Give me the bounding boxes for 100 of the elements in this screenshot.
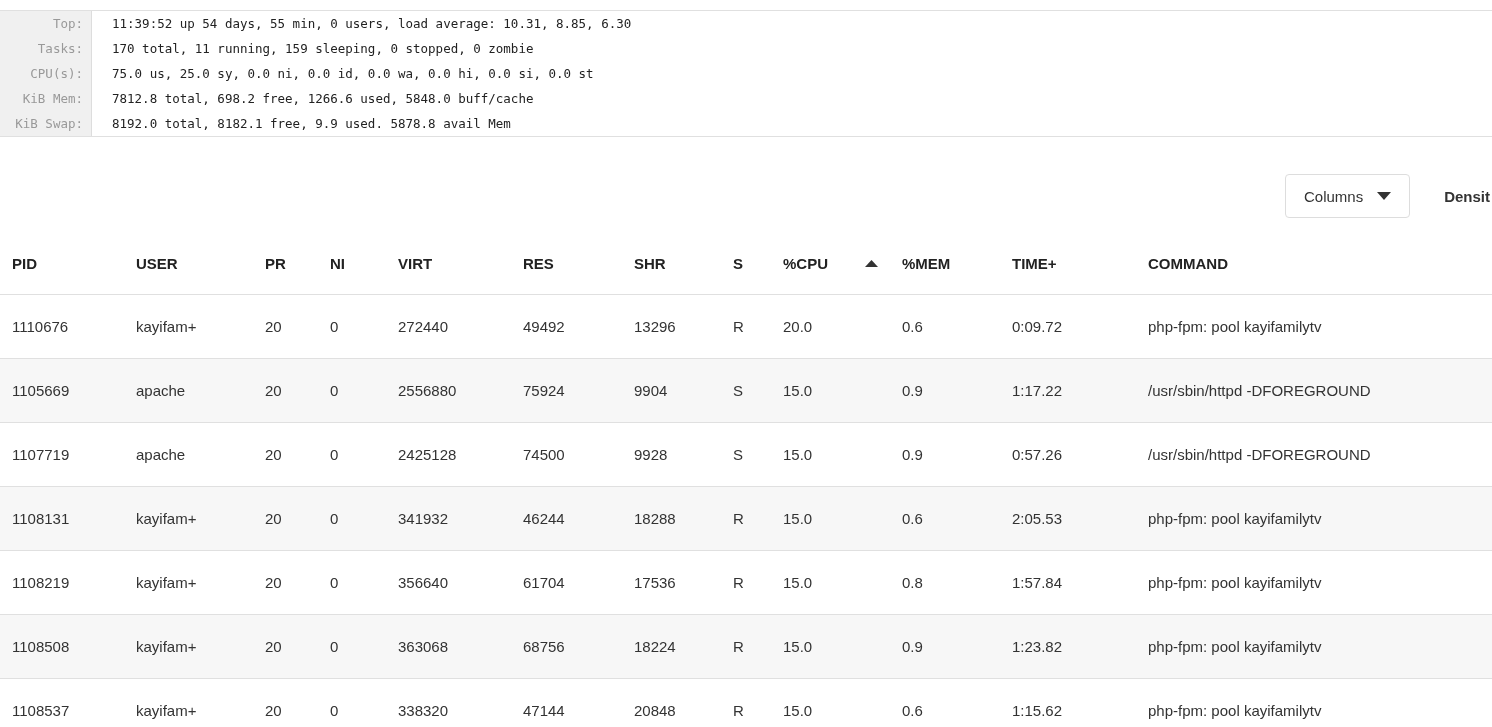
table-cell-text: 15.0 (782, 638, 814, 655)
table-cell-text: 46244 (522, 510, 566, 527)
table-cell-text: 1:15.62 (1011, 702, 1064, 719)
summary-value: 8192.0 total, 8182.1 free, 9.9 used. 5878.8 avail Mem (111, 115, 512, 133)
table-cell-text: R (732, 510, 745, 527)
table-cell-text: 74500 (522, 446, 566, 463)
table-cell-text: 0.9 (901, 382, 924, 399)
table-cell-text: 75924 (522, 382, 566, 399)
table-cell-text: 18288 (633, 510, 677, 527)
table-cell-text: kayifam+ (135, 574, 198, 591)
column-header[interactable]: PID (0, 255, 124, 272)
table-cell-text: 1108219 (11, 574, 71, 591)
table-cell-text: 20848 (633, 702, 677, 719)
table-cell-text: php-fpm: pool kayifamilytv (1147, 318, 1323, 335)
table-cell-text: 47144 (522, 702, 566, 719)
table-cell-text: 2556880 (397, 382, 458, 399)
table-cell-text: 0.6 (901, 702, 924, 719)
table-cell-text: 0 (329, 638, 340, 655)
table-cell-text: 20 (264, 446, 283, 463)
table-cell-text: 0.6 (901, 510, 924, 527)
table-cell-text: 9904 (633, 382, 669, 399)
table-cell-text: 1:57.84 (1011, 574, 1064, 591)
table-cell-text: php-fpm: pool kayifamilytv (1147, 702, 1323, 719)
table-cell-text: 272440 (397, 318, 450, 335)
column-header[interactable]: TIME+ (1000, 255, 1136, 272)
table-cell-text: S (732, 382, 744, 399)
table-cell-text: R (732, 574, 745, 591)
table-cell-text: kayifam+ (135, 702, 198, 719)
table-cell-text: 20 (264, 382, 283, 399)
table-cell-text: 17536 (633, 574, 677, 591)
table-cell-text: 49492 (522, 318, 566, 335)
summary-value: 75.0 us, 25.0 sy, 0.0 ni, 0.0 id, 0.0 wa, 0.0 hi, 0.0 si, 0.0 st (111, 65, 595, 83)
table-cell-text: 20 (264, 702, 283, 719)
table-cell-text: kayifam+ (135, 638, 198, 655)
table-cell-text: 1:23.82 (1011, 638, 1064, 655)
caret-icon (1377, 192, 1392, 200)
column-header[interactable]: SHR (622, 255, 721, 272)
table-cell-text: 0 (329, 510, 340, 527)
table-cell-text: 1107719 (11, 446, 71, 463)
table-cell-text: 15.0 (782, 446, 814, 463)
table-cell-text: 68756 (522, 638, 566, 655)
table-cell-text: 15.0 (782, 574, 814, 591)
table-cell-text: kayifam+ (135, 318, 198, 335)
summary-value: 11:39:52 up 54 days, 55 min, 0 users, load average: 10.31, 8.85, 6.30 (111, 15, 633, 33)
table-cell-text: /usr/sbin/httpd -DFOREGROUND (1147, 446, 1372, 463)
table-cell-text: 2:05.53 (1011, 510, 1064, 527)
table-cell-text: R (732, 318, 745, 335)
table-cell-text: R (732, 638, 745, 655)
summary-value: 170 total, 11 running, 159 sleeping, 0 stopped, 0 zombie (111, 40, 535, 58)
table-cell-text: 0.9 (901, 638, 924, 655)
table-cell-text: 0.6 (901, 318, 924, 335)
table-cell-text: 1110676 (11, 318, 70, 335)
table-cell-text: 1108131 (11, 510, 71, 527)
table-cell-text: 15.0 (782, 382, 814, 399)
column-header[interactable]: COMMAND (1136, 255, 1492, 272)
table-cell-text: 20 (264, 510, 283, 527)
summary-label: CPU(s): (0, 61, 92, 86)
table-cell-text: 0 (329, 382, 340, 399)
table-cell-text: R (732, 702, 745, 719)
column-header[interactable]: PR (253, 255, 318, 272)
table-cell-text: S (732, 446, 744, 463)
table-cell-text: 0:09.72 (1011, 318, 1064, 335)
table-cell-text: 341932 (397, 510, 450, 527)
table-cell-text: 1:17.22 (1011, 382, 1064, 399)
table-cell-text: 20 (264, 638, 283, 655)
table-cell-text: 13296 (633, 318, 677, 335)
table-cell-text: 0:57.26 (1011, 446, 1064, 463)
table-cell-text: kayifam+ (135, 510, 198, 527)
table-cell-text: apache (135, 446, 187, 463)
table-cell-text: php-fpm: pool kayifamilytv (1147, 638, 1323, 655)
table-cell-text: 1108537 (11, 702, 71, 719)
summary-label: Top: (0, 11, 92, 36)
table-cell-text: 1108508 (11, 638, 71, 655)
table-cell-text: 0.8 (901, 574, 924, 591)
table-cell-text: 0.9 (901, 446, 924, 463)
table-cell-text: apache (135, 382, 187, 399)
table-cell-text: 0 (329, 574, 340, 591)
column-header[interactable]: %MEM (890, 255, 1000, 272)
table-cell-text: php-fpm: pool kayifamilytv (1147, 510, 1323, 527)
table-cell-text: 20 (264, 318, 283, 335)
table-cell-text: 363068 (397, 638, 450, 655)
columns-button[interactable]: Columns (1284, 174, 1411, 218)
table-cell-text: 0 (329, 702, 340, 719)
table-cell-text: 338320 (397, 702, 450, 719)
table-cell-text: 9928 (633, 446, 669, 463)
table-cell-text: 0 (329, 446, 340, 463)
summary-value: 7812.8 total, 698.2 free, 1266.6 used, 5848.0 buff/cache (111, 90, 535, 108)
table-cell-text: 18224 (633, 638, 677, 655)
column-header[interactable]: S (721, 255, 771, 272)
column-header[interactable]: %CPU (771, 255, 890, 272)
column-header[interactable]: NI (318, 255, 386, 272)
density-button[interactable]: Densit (1444, 174, 1490, 218)
column-header[interactable]: RES (511, 255, 622, 272)
column-header[interactable]: USER (124, 255, 253, 272)
table-cell-text: 61704 (522, 574, 566, 591)
table-cell-text: 1105669 (11, 382, 71, 399)
summary-label: KiB Mem: (0, 86, 92, 111)
table-cell-text: 0 (329, 318, 340, 335)
column-header[interactable]: VIRT (386, 255, 511, 272)
table-cell-text: php-fpm: pool kayifamilytv (1147, 574, 1323, 591)
